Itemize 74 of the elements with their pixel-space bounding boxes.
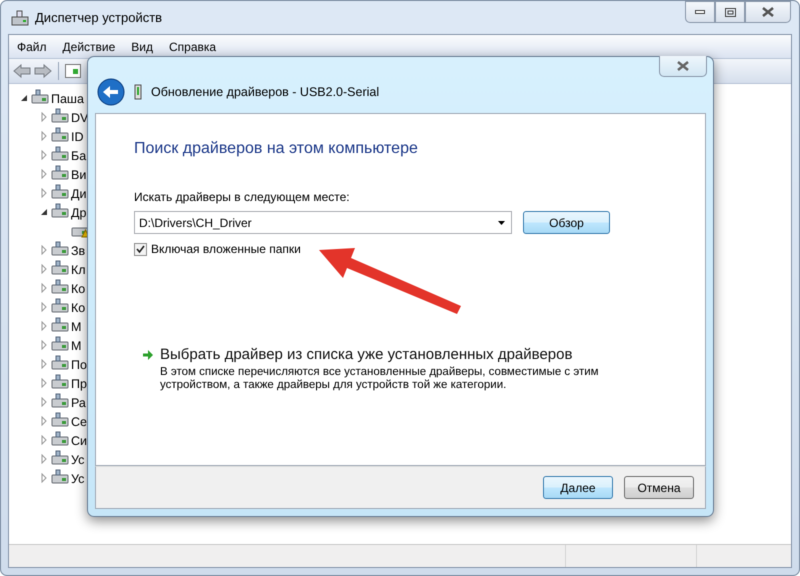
device-icon [51, 317, 69, 333]
path-field[interactable]: D:\Drivers\CH_Driver [134, 211, 512, 234]
tree-item[interactable]: DV [71, 110, 88, 124]
close-icon [762, 7, 774, 17]
panel-icon[interactable] [65, 64, 81, 78]
collapse-icon[interactable] [19, 92, 29, 102]
menu-item[interactable]: Вид [123, 40, 161, 54]
minimize-button[interactable] [685, 1, 715, 23]
cancel-button[interactable]: Отмена [624, 476, 694, 499]
computer-icon [11, 10, 29, 26]
checkbox[interactable] [134, 242, 147, 256]
browse-button[interactable]: Обзор [523, 211, 610, 234]
tree-item[interactable]: ID [71, 130, 84, 144]
menu-item[interactable]: Файл [9, 40, 55, 54]
device-icon [51, 108, 69, 124]
tree-item[interactable]: Ус [71, 452, 84, 466]
back-icon[interactable] [13, 64, 31, 78]
back-button[interactable] [97, 78, 125, 106]
dropdown-icon [498, 220, 505, 224]
device-icon [51, 374, 69, 390]
device-icon [51, 241, 69, 257]
tree-item[interactable]: Ра [71, 396, 86, 410]
checkbox-label: Включая вложенные папки [151, 242, 301, 256]
device-icon [51, 127, 69, 143]
tree-item[interactable]: Се [71, 414, 87, 428]
device-icon [51, 279, 69, 295]
maximize-icon [724, 8, 736, 16]
tree-item[interactable]: Кл [71, 262, 86, 276]
next-button[interactable]: Далее [543, 476, 613, 499]
tree-item[interactable]: Ви [71, 168, 86, 182]
device-icon [51, 355, 69, 371]
device-icon [51, 336, 69, 352]
dialog-heading: Поиск драйверов на этом компьютере [134, 140, 419, 158]
tree-item[interactable]: Пр [71, 376, 87, 390]
device-icon [51, 146, 69, 162]
device-icon [51, 260, 69, 276]
tree-item[interactable]: Ко [71, 300, 86, 314]
device-icon [51, 184, 69, 200]
arrow-icon [142, 349, 154, 361]
tree-item[interactable]: Си [71, 434, 88, 448]
close-button[interactable] [659, 56, 707, 77]
driver-list-link[interactable]: Выбрать драйвер из списка уже установленных драйверов [160, 346, 640, 363]
device-icon [51, 203, 69, 219]
device-icon [51, 469, 69, 485]
path-label: Искать драйверы в следующем месте: [134, 190, 351, 204]
collapse-icon[interactable] [39, 206, 49, 216]
tree-item[interactable]: Ди [71, 186, 86, 200]
link-description: В этом списке перечисляются все установленные драйверы, совместимые с этим устройством, а также драйверы для устройств той же категории. [160, 366, 600, 392]
usb-device-icon [133, 84, 143, 100]
menu-item[interactable]: Справка [161, 40, 224, 54]
minimize-icon [695, 10, 705, 14]
device-icon [51, 298, 69, 314]
tree-item[interactable]: Ко [71, 282, 86, 296]
device-icon [31, 89, 49, 105]
tree-item[interactable]: М [71, 320, 82, 334]
maximize-button[interactable] [715, 1, 745, 23]
device-icon [51, 431, 69, 447]
forward-icon[interactable] [34, 64, 52, 78]
dialog-title: Обновление драйверов - USB2.0-Serial [151, 85, 380, 99]
device-icon [51, 450, 69, 466]
menu-item[interactable]: Действие [54, 40, 124, 54]
device-icon [51, 412, 69, 428]
tree-item[interactable]: Зв [71, 244, 86, 258]
window-title: Диспетчер устройств [35, 10, 162, 25]
tree-item[interactable]: Ус [71, 472, 84, 486]
tree-item[interactable]: Др [71, 206, 86, 220]
device-icon [51, 165, 69, 181]
close-button[interactable] [745, 1, 791, 23]
tree-item[interactable]: По [71, 358, 87, 372]
tree-item[interactable]: Паша [51, 92, 84, 106]
tree-item[interactable]: М [71, 338, 82, 352]
tree-item[interactable]: Ба [71, 148, 86, 162]
device-icon [51, 393, 69, 409]
close-icon [677, 61, 689, 71]
